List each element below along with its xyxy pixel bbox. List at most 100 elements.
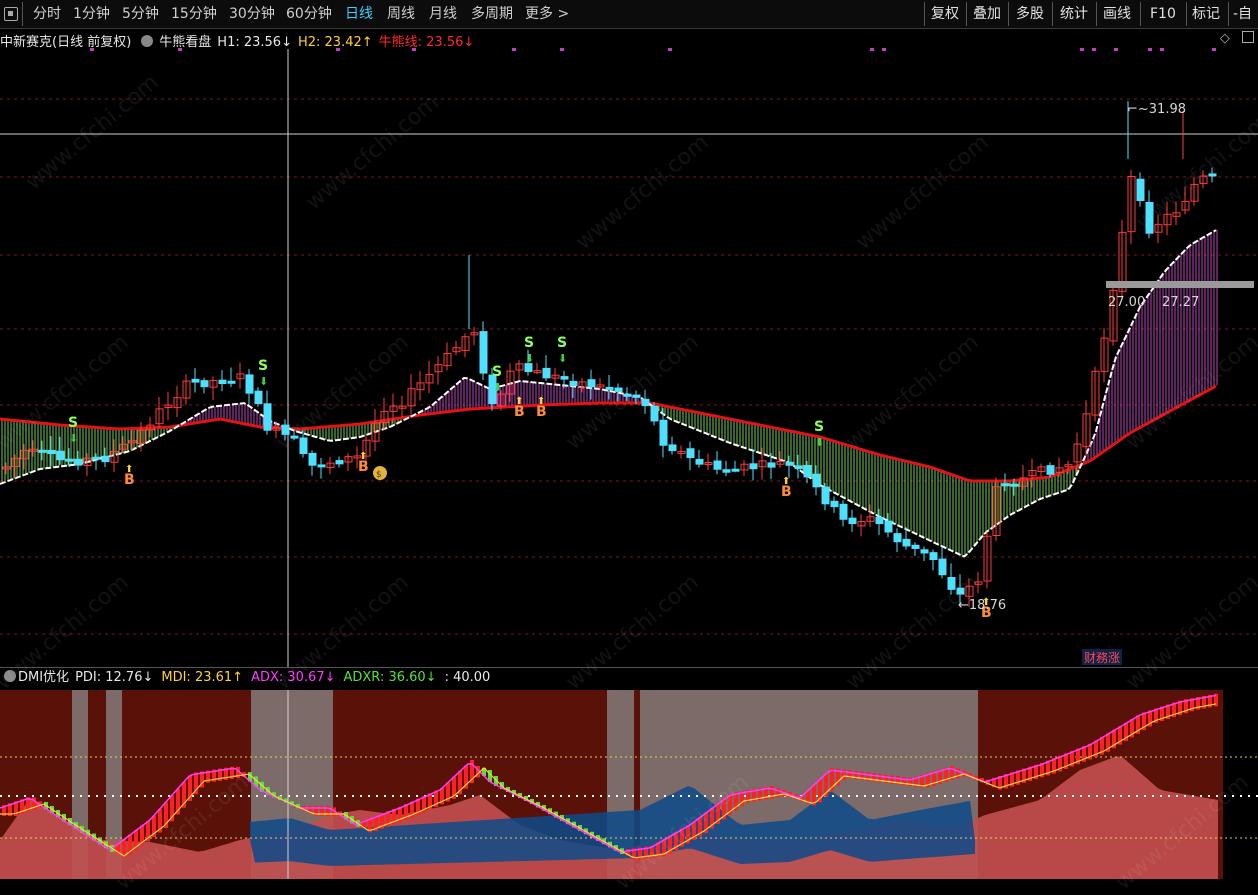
buy-signal: B — [124, 472, 135, 488]
sell-arrow-icon: ⬇ — [558, 352, 567, 365]
candle-down — [218, 379, 227, 385]
adx-up-bar — [122, 839, 126, 857]
statistics-button[interactable]: 统计 — [1060, 0, 1088, 28]
toolbar-divider — [1052, 2, 1053, 26]
tab-1min-realtime[interactable]: 分时 — [33, 0, 61, 28]
top-marker — [1160, 48, 1164, 51]
candle-down — [875, 516, 884, 525]
adxr-value: ADXR: 36.60↓ — [343, 670, 437, 685]
candle-down — [605, 386, 614, 390]
candle-down — [659, 419, 668, 446]
sell-signal: S — [814, 419, 824, 435]
top-marker — [560, 48, 564, 51]
candle-down — [929, 552, 938, 560]
indicator-toggle-icon[interactable] — [141, 35, 154, 47]
candle-down — [245, 374, 254, 394]
sell-signal: S — [557, 335, 567, 351]
candle-down — [686, 448, 695, 459]
mdi-value: MDI: 23.61↑ — [161, 670, 244, 685]
news-badge: 财務涨 — [1084, 650, 1120, 665]
tab-15min[interactable]: 15分钟 — [171, 0, 217, 28]
buy-signal: B — [536, 404, 547, 420]
toolbar-divider — [22, 2, 23, 26]
diamond-icon[interactable]: ◇ — [1220, 31, 1230, 46]
tab-more[interactable]: 更多 > — [525, 0, 569, 28]
top-marker — [1212, 48, 1216, 51]
candle-down — [263, 403, 272, 431]
window-icon[interactable] — [1242, 31, 1254, 43]
candle-down — [1010, 483, 1019, 487]
high-price-label: ⌐~31.98 — [1127, 102, 1186, 117]
f10-button[interactable]: F10 — [1150, 0, 1176, 28]
stock-title: 中新赛克(日线 前复权) — [0, 35, 132, 50]
tab-multi-period[interactable]: 多周期 — [471, 0, 513, 28]
candle-down — [695, 458, 704, 465]
overlay-button[interactable]: 叠加 — [973, 0, 1001, 28]
buy-signal: B — [514, 404, 525, 420]
tab-daily[interactable]: 日线 — [345, 0, 373, 28]
candle-down — [749, 463, 758, 470]
candle-down — [641, 398, 650, 407]
candle-down — [479, 331, 488, 374]
dmi-info-bar: DMI优化 PDI: 12.76↓ MDI: 23.61↑ ADX: 30.67↓ AD… — [0, 668, 1258, 690]
tab-60min[interactable]: 60分钟 — [286, 0, 332, 28]
draw-line-button[interactable]: 画线 — [1103, 0, 1131, 28]
candle-down — [47, 449, 56, 455]
tab-monthly[interactable]: 月线 — [429, 0, 457, 28]
candle-down — [803, 465, 812, 478]
top-marker — [1080, 48, 1084, 51]
tab-30min[interactable]: 30分钟 — [229, 0, 275, 28]
candle-down — [911, 544, 920, 549]
pdi-value: PDI: 12.76↓ — [75, 670, 154, 685]
multi-stock-button[interactable]: 多股 — [1016, 0, 1044, 28]
candle-down — [308, 452, 317, 466]
candle-down — [542, 367, 551, 379]
candle-down — [893, 533, 902, 543]
menu-icon[interactable] — [4, 7, 18, 21]
restore-rights-button[interactable]: 复权 — [931, 0, 959, 28]
candle-down — [794, 465, 803, 469]
tab-5min[interactable]: 5分钟 — [122, 0, 159, 28]
price-level-bar — [1106, 281, 1254, 288]
top-marker — [1092, 48, 1096, 51]
buy-signal: B — [358, 459, 369, 475]
top-marker — [512, 48, 516, 51]
top-marker — [1148, 48, 1152, 51]
candle-down — [902, 538, 911, 547]
candle-down — [884, 520, 893, 533]
candle-down — [335, 460, 344, 465]
candle-down — [650, 405, 659, 422]
sell-signal: S — [258, 358, 268, 374]
candlestick-chart[interactable]: S ⬇ S ⬇ S ⬇ S ⬇ S ⬇ S ⬇ ⬆ B ⬆ B ⬆ B ⬆ B ⬆ B ⬆ B $ ⌐~31.98 ←18.76 27… — [0, 29, 1258, 667]
sell-signal: S — [492, 364, 502, 380]
dmi-level-value: : 40.00 — [444, 670, 491, 685]
sell-signal: S — [524, 335, 534, 351]
candle-down — [731, 468, 740, 472]
h2-value: H2: 23.42↑ — [297, 35, 373, 50]
candle-down — [821, 486, 830, 505]
candle-down — [920, 549, 929, 554]
toolbar-divider — [924, 2, 925, 26]
candle-down — [191, 378, 200, 383]
toolbar-divider — [1008, 2, 1009, 26]
top-marker — [882, 48, 886, 51]
level-price-label-2: 27.27 — [1162, 295, 1199, 310]
candle-down — [227, 380, 236, 384]
bull-bear-line-value: 牛熊线: 23.56↓ — [378, 35, 475, 50]
tab-1min[interactable]: 1分钟 — [73, 0, 110, 28]
candle-down — [200, 380, 209, 388]
candle-down — [56, 450, 65, 461]
candle-down — [317, 464, 326, 468]
h1-value: H1: 23.56↓ — [217, 35, 292, 50]
candle-down — [92, 456, 101, 460]
tab-weekly[interactable]: 周线 — [387, 0, 415, 28]
top-marker — [870, 48, 874, 51]
candle-down — [1001, 483, 1010, 487]
candle-down — [560, 376, 569, 380]
mark-button[interactable]: 标记 — [1192, 0, 1220, 28]
buy-signal: B — [781, 484, 792, 500]
candle-down — [722, 469, 731, 473]
self-select-button[interactable]: -自 — [1233, 0, 1252, 28]
candle-down — [839, 503, 848, 520]
dmi-indicator-chart[interactable] — [0, 690, 1258, 879]
